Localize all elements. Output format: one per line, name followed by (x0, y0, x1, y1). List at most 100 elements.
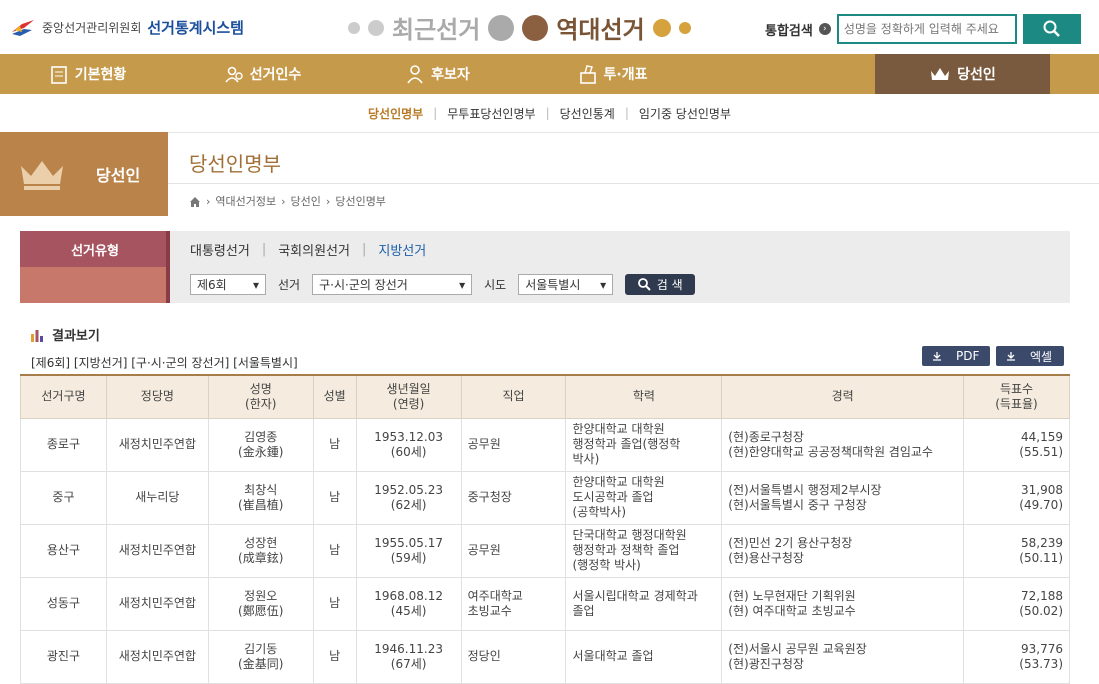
cell-sex: 남 (312, 629, 357, 684)
column-header: 학력 (565, 374, 723, 419)
cell-birth: 1952.05.23 (62세) (355, 470, 462, 525)
result-title: 결과보기 (52, 329, 100, 344)
section-banner: 당선인 (0, 132, 168, 216)
header-line: 직업 (502, 389, 525, 404)
cell-sex: 남 (312, 576, 357, 631)
cell-line: (공학박사) (572, 505, 627, 519)
nav-basic-status[interactable]: 기본현황 (0, 54, 175, 94)
chevron-right-icon: › (325, 194, 331, 208)
nav-elected[interactable]: 당선인 (875, 54, 1050, 94)
breadcrumb-item[interactable]: 당선인명부 (335, 193, 386, 209)
ballot-icon (579, 65, 596, 84)
cell-edu: 한양대학교 대학원 도시공학과 졸업 (공학박사) (565, 470, 723, 525)
sido-select[interactable]: 서울특별시 ▾ (518, 274, 614, 295)
column-header: 성별 (312, 374, 357, 419)
subnav-elected-stats[interactable]: 당선인통계 (550, 105, 625, 122)
election-filter: 선거유형 대통령선거 | 국회의원선거 | 지방선거 제6회 ▾ 선거 구·시·군… (20, 231, 1070, 303)
download-icon (1007, 352, 1015, 361)
recent-election-link[interactable]: 최근선거 (392, 10, 480, 45)
breadcrumb-item[interactable]: 당선인 (291, 193, 321, 209)
table-row[interactable]: 성동구 새정치민주연합 정원오 (鄭愿伍) 남 1968.08.12 (45세) 여주대학교 초… (20, 576, 1070, 631)
cell-line: (현)서울특별시 중구 구청장 (728, 497, 867, 512)
election-label: 선거 (278, 278, 301, 292)
filter-decoration (20, 267, 170, 303)
pdf-label: PDF (956, 349, 980, 363)
nav-voters[interactable]: 선거인수 (175, 54, 350, 94)
cell-birth: 1955.05.17 (59세) (355, 523, 462, 578)
cell-line: (현)용산구청장 (728, 550, 804, 565)
cell-edu: 서울시립대학교 경제학과 졸업 (565, 576, 723, 631)
header-line: 득표수 (999, 381, 1034, 396)
cell-line: (49.70) (1019, 497, 1063, 512)
search-submit-button[interactable]: 검 색 (625, 274, 696, 295)
cell-line: 행정학과 졸업(행정학 (572, 437, 681, 451)
chevron-down-icon: ▾ (600, 277, 607, 292)
site-logo[interactable]: 중앙선거관리위원회 선거통계시스템 (10, 17, 244, 38)
election-select[interactable]: 구·시·군의 장선거 ▾ (312, 274, 473, 295)
dot-decoration (522, 14, 549, 41)
cell-line: 김기동 (244, 641, 278, 656)
tab-local[interactable]: 지방선거 (378, 240, 426, 259)
cell-party: 새누리당 (105, 470, 209, 525)
tab-presidential[interactable]: 대통령선거 (190, 240, 250, 259)
subnav-incumbent-list[interactable]: 임기중 당선인명부 (629, 105, 741, 122)
round-select[interactable]: 제6회 ▾ (190, 274, 266, 295)
cell-job: 중구청장 (460, 470, 567, 525)
search-button-label: 검 색 (656, 278, 683, 292)
sido-value: 서울특별시 (525, 278, 581, 292)
subnav-unopposed-list[interactable]: 무투표당선인명부 (437, 105, 545, 122)
integrated-search: 통합검색 › (765, 14, 1081, 44)
column-header: 생년월일 (연령) (355, 374, 462, 419)
cell-name: 최창식 (崔昌植) (207, 470, 314, 525)
person-icon (407, 65, 423, 84)
cell-votes: 58,239 (50.11) (963, 523, 1070, 578)
result-heading: 결과보기 (30, 325, 100, 344)
tab-national-assembly[interactable]: 국회의원선거 (278, 240, 350, 259)
cell-votes: 93,776 (53.73) (963, 629, 1070, 684)
top-header: 중앙선거관리위원회 선거통계시스템 최근선거 역대선거 통합검색 › (0, 0, 1099, 54)
search-button[interactable] (1022, 14, 1081, 44)
divider (168, 183, 1099, 184)
cell-votes: 72,188 (50.02) (963, 576, 1070, 631)
cell-district: 종로구 (20, 417, 107, 472)
column-header: 선거구명 (20, 374, 107, 419)
column-header: 경력 (721, 374, 964, 419)
table-row[interactable]: 중구 새누리당 최창식 (崔昌植) 남 1952.05.23 (62세) 중구청장 한양대학교 … (20, 470, 1070, 525)
cell-line: 성장현 (244, 535, 278, 550)
system-name: 선거통계시스템 (147, 19, 244, 37)
divider: | (261, 241, 267, 257)
table-row[interactable]: 종로구 새정치민주연합 김영종 (金永鍾) 남 1953.12.03 (60세) 공무원 한양대… (20, 417, 1070, 472)
table-row[interactable]: 용산구 새정치민주연합 성장현 (成章鉉) 남 1955.05.17 (59세) 공무원 단국대… (20, 523, 1070, 578)
header-line: 정당명 (140, 389, 174, 404)
header-line: 경력 (831, 389, 854, 404)
cell-party: 새정치민주연합 (105, 629, 209, 684)
nav-candidates[interactable]: 후보자 (350, 54, 525, 94)
nav-label: 선거인수 (249, 67, 302, 83)
cell-edu: 단국대학교 행정대학원 행정학과 정책학 졸업 (행정학 박사) (565, 523, 723, 578)
chevron-right-icon: › (281, 194, 286, 208)
excel-download-button[interactable]: 엑셀 (996, 346, 1064, 366)
search-input[interactable] (836, 14, 1017, 44)
home-icon[interactable] (189, 196, 201, 207)
pdf-download-button[interactable]: PDF (922, 346, 990, 366)
round-value: 제6회 (197, 278, 227, 292)
header-line: (연령) (392, 396, 425, 411)
cell-votes: 44,159 (55.51) (963, 417, 1070, 472)
cell-line: 1953.12.03 (374, 429, 443, 444)
table-row[interactable]: 광진구 새정치민주연합 김기동 (金基同) 남 1946.11.23 (67세) 정당인 서울대… (20, 629, 1070, 684)
breadcrumb-item[interactable]: 역대선거정보 (215, 193, 276, 209)
nec-logo-icon (12, 19, 34, 36)
elected-table: 선거구명 정당명 성명 (한자) 성별 생년월일 (연령) 직업 학력 경력 득표수 (득표율) 종로… (20, 374, 1070, 684)
chevron-down-icon: ▾ (459, 277, 466, 292)
chevron-down-icon: ▾ (252, 277, 259, 292)
divider (166, 231, 170, 303)
cell-birth: 1953.12.03 (60세) (355, 417, 462, 472)
page-header: 당선인명부 › 역대선거정보 › 당선인 › 당선인명부 (168, 132, 1099, 216)
nav-voting-counting[interactable]: 투·개표 (525, 54, 700, 94)
cell-line: 정당인 (467, 649, 501, 663)
cell-line: 한양대학교 대학원 (572, 475, 665, 489)
subnav-elected-list[interactable]: 당선인명부 (358, 105, 433, 122)
past-election-link[interactable]: 역대선거 (556, 10, 644, 45)
cell-line: 단국대학교 행정대학원 (572, 528, 687, 542)
